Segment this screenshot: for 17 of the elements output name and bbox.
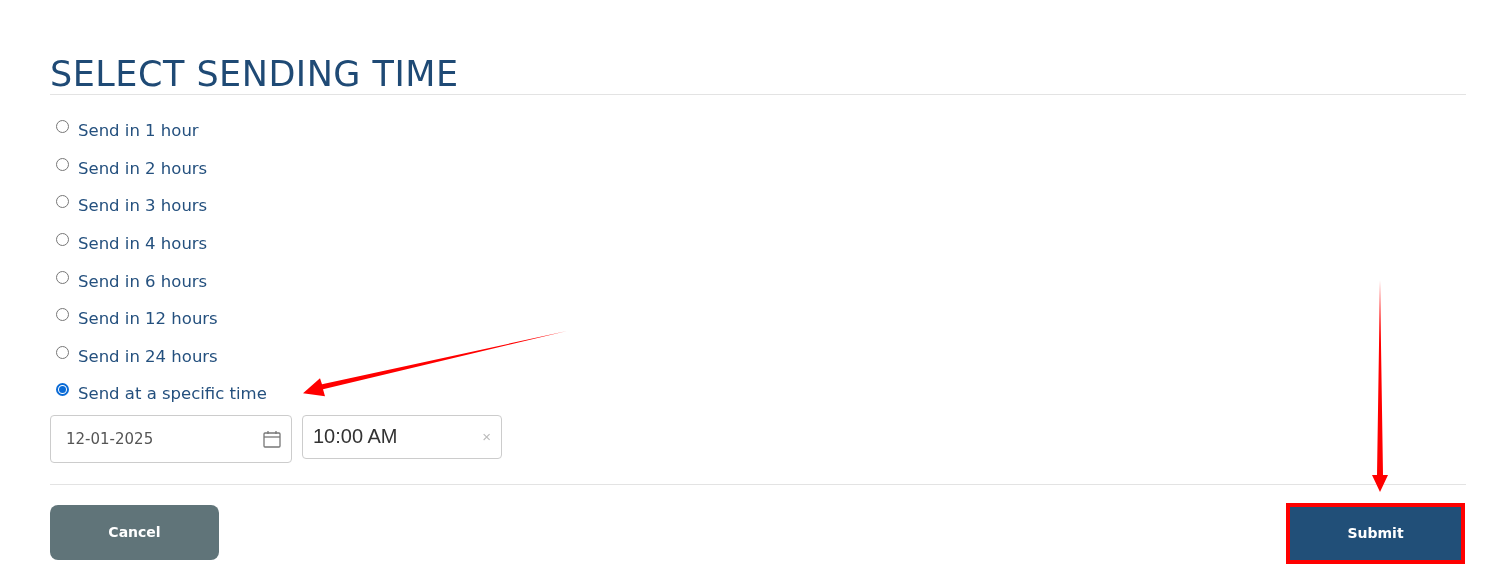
submit-button[interactable]: Submit <box>1286 502 1465 564</box>
radio-button[interactable] <box>56 383 69 397</box>
cancel-button[interactable]: Cancel <box>50 504 219 560</box>
option-label: Send in 6 hours <box>78 271 208 291</box>
time-field[interactable]: 10:00 AM × <box>302 414 502 459</box>
date-field[interactable]: 12-01-2025 <box>50 414 292 463</box>
option-label: Send in 24 hours <box>78 346 218 366</box>
option-label: Send in 12 hours <box>78 309 218 329</box>
date-value: 12-01-2025 <box>66 429 154 448</box>
time-value: 10:00 AM <box>313 425 398 449</box>
option-label: Send at a specific time <box>78 384 267 404</box>
option-label: Send in 4 hours <box>78 234 208 254</box>
option-label: Send in 1 hour <box>78 121 199 141</box>
dialog-title: SELECT SENDING TIME <box>50 53 460 94</box>
calendar-icon[interactable] <box>263 429 281 448</box>
option-label: Send in 3 hours <box>78 196 208 216</box>
option-label: Send in 2 hours <box>78 158 208 178</box>
